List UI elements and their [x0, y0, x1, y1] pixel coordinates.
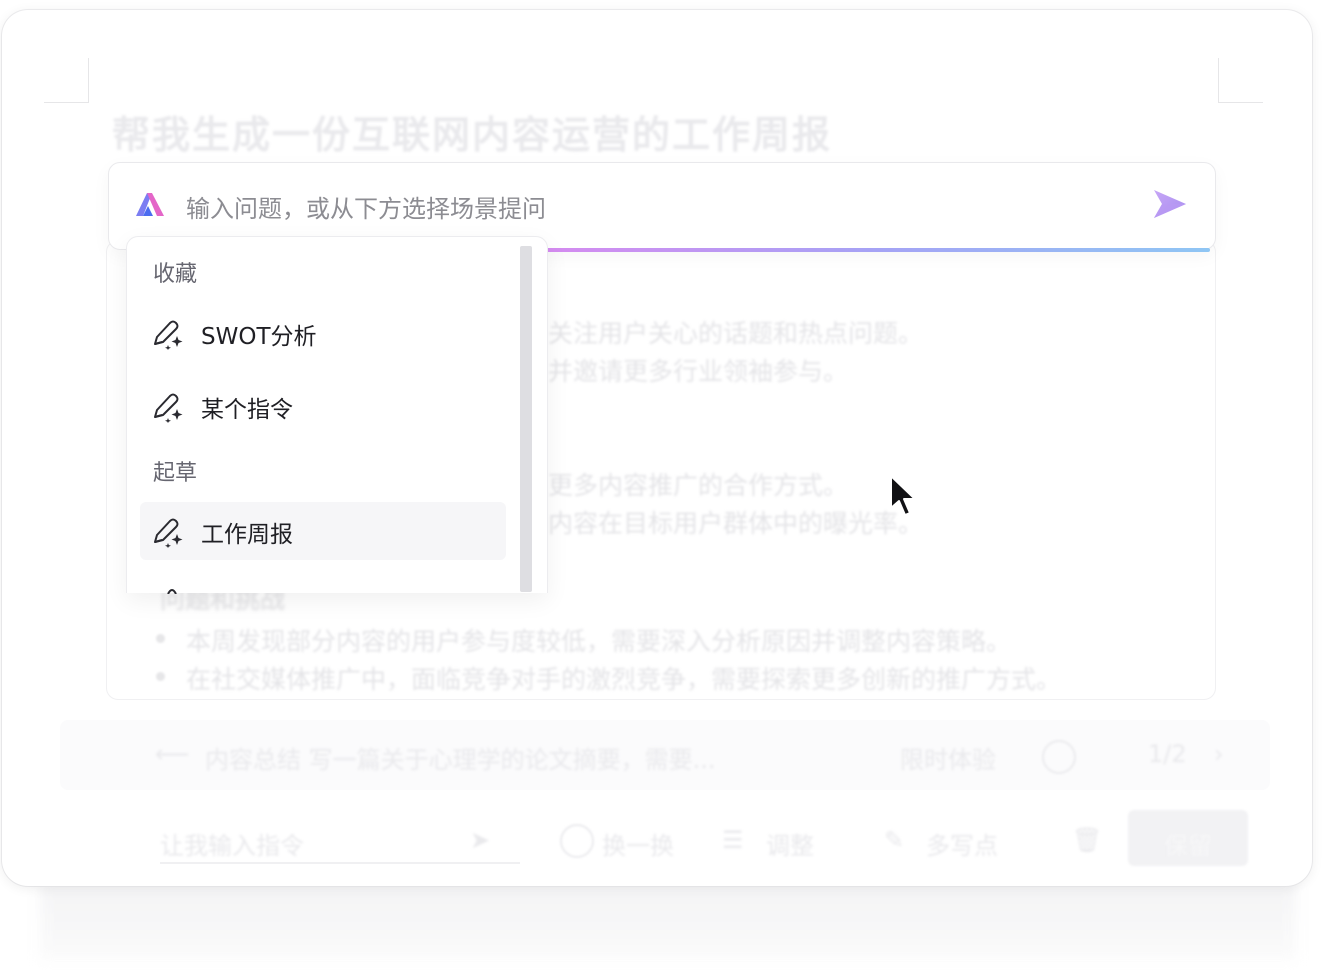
page-corner-marker — [44, 58, 89, 103]
ai-input-gradient-bar — [546, 248, 1210, 252]
bullet-dot — [156, 672, 165, 681]
menu-item-label: SWOT分析 — [201, 324, 317, 350]
document-line: 并邀请更多行业领袖参与。 — [548, 357, 849, 386]
menu-item-swot[interactable]: SWOT分析 — [140, 304, 506, 362]
document-bullet: 在社交媒体推广中，面临竞争对手的激烈竞争，需要探索更多创新的推广方式。 — [186, 665, 1062, 694]
menu-item-weekly-report[interactable]: 工作周报 — [140, 502, 506, 560]
document-line: 更多内容推广的合作方式。 — [548, 471, 849, 500]
bullet-dot — [156, 634, 165, 643]
back-arrow-icon[interactable]: ⟵ — [155, 740, 189, 768]
ai-question-input[interactable]: 输入问题，或从下方选择场景提问 — [186, 189, 546, 224]
next-page-icon[interactable]: › — [1214, 740, 1224, 768]
adjust-button[interactable]: 调整 — [766, 826, 814, 861]
menu-item-label: 工作周报 — [201, 522, 293, 548]
pen-sparkle-icon — [154, 320, 183, 350]
menu-item-some-instruction[interactable]: 某个指令 — [140, 377, 506, 435]
write-more-button[interactable]: 多写点 — [926, 826, 998, 861]
trial-label: 限时体验 — [900, 746, 996, 774]
instruction-underline — [160, 862, 520, 864]
bottom-haze — [40, 880, 1296, 960]
instruction-input[interactable]: 让我输入指令 — [160, 826, 304, 861]
ai-logo-icon — [136, 193, 164, 216]
menu-item-label: 某个指令 — [201, 397, 293, 423]
pen-sparkle-icon — [167, 589, 177, 594]
pen-sparkle-icon — [154, 393, 183, 423]
pager-text: 1/2 — [1148, 740, 1187, 768]
pen-sparkle-icon — [154, 518, 183, 548]
document-title: 帮我生成一份互联网内容运营的工作周报 — [112, 113, 833, 157]
document-line: 内容在目标用户群体中的曝光率。 — [548, 509, 924, 538]
refresh-button[interactable]: 换一换 — [602, 826, 674, 861]
adjust-icon[interactable]: ☰ — [722, 826, 744, 854]
section-label-favorites: 收藏 — [153, 262, 198, 287]
refresh-icon[interactable] — [560, 824, 594, 858]
dropdown-scrollbar[interactable] — [520, 246, 532, 592]
screen: 帮我生成一份互联网内容运营的工作周报 关注用户关心的话题和热点问题。 并邀请更多… — [0, 0, 1336, 970]
clock-icon[interactable] — [1042, 740, 1076, 774]
section-label-draft: 起草 — [153, 461, 198, 486]
trash-icon[interactable]: 🗑 — [1072, 826, 1102, 854]
document-line: 关注用户关心的话题和热点问题。 — [548, 319, 924, 348]
pencil-icon[interactable]: ✎ — [884, 826, 904, 854]
mouse-cursor-icon — [890, 475, 916, 516]
document-bullet: 本周发现部分内容的用户参与度较低，需要深入分析原因并调整内容策略。 — [186, 627, 1012, 656]
history-text[interactable]: 内容总结 写一篇关于心理学的论文摘要，需要... — [205, 740, 716, 775]
send-small-icon[interactable]: ➤ — [470, 826, 490, 854]
keep-button-label: 保留 — [1164, 832, 1212, 860]
send-icon[interactable] — [1152, 188, 1188, 220]
page-corner-marker — [1218, 58, 1263, 103]
